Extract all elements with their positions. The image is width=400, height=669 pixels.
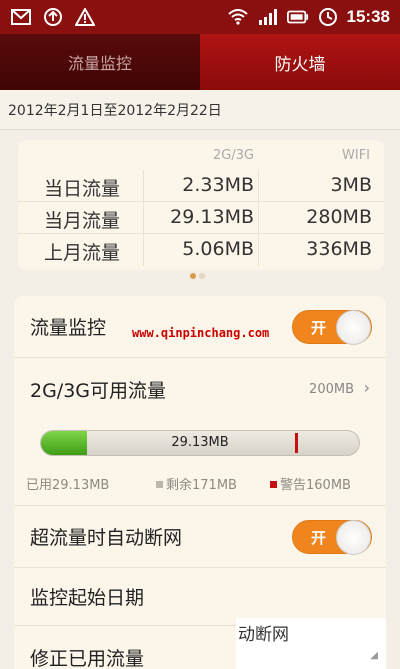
- legend-swatch-grey: [156, 481, 163, 488]
- watermark-text: www.qinpinchang.com: [132, 326, 270, 340]
- setting-auto-disconnect: 超流量时自动断网 开: [14, 506, 386, 568]
- monitor-toggle[interactable]: 开: [292, 310, 372, 345]
- setting-available-traffic[interactable]: 2G/3G可用流量 200MB ›: [14, 358, 386, 420]
- setting-title: 修正已用流量: [30, 648, 145, 669]
- usage-section: 29.13MB 已用29.13MB 剩余171MB 警告160MB: [14, 420, 386, 506]
- setting-title: 超流量时自动断网: [30, 527, 183, 549]
- chevron-right-icon: ›: [363, 378, 370, 397]
- status-bar: 15:38: [0, 0, 400, 34]
- stats-row-label: 上月流量: [44, 242, 121, 264]
- toggle-knob: [336, 310, 371, 345]
- stats-mobile-value: 2.33MB: [182, 174, 254, 196]
- available-traffic-value: 200MB: [309, 382, 354, 397]
- battery-icon: [286, 6, 309, 28]
- legend-remaining: 剩余171MB: [156, 474, 237, 493]
- toggle-knob: [336, 520, 371, 555]
- setting-title: 监控起始日期: [30, 587, 145, 609]
- stats-wifi-value: 280MB: [306, 206, 372, 228]
- stats-mobile-value: 29.13MB: [170, 206, 254, 228]
- page-dot-active: [190, 273, 196, 279]
- legend-used: 已用29.13MB: [26, 478, 110, 493]
- stats-mobile-value: 5.06MB: [182, 238, 254, 260]
- overlay-text: 动断网: [236, 618, 386, 669]
- setting-title: 2G/3G可用流量: [30, 380, 167, 402]
- tab-bar: 流量监控 防火墙: [0, 34, 400, 90]
- legend-swatch-red: [270, 481, 277, 488]
- signal-icon: [257, 6, 279, 28]
- stats-wifi-value: 3MB: [330, 174, 372, 196]
- setting-title: 流量监控: [30, 317, 107, 339]
- toggle-label: 开: [311, 319, 327, 337]
- stats-row-month: 当月流量 29.13MB 280MB: [18, 202, 384, 234]
- sync-icon: [42, 6, 64, 28]
- settings-list: 流量监控 www.qinpinchang.com 开 2G/3G可用流量 200…: [14, 296, 386, 669]
- setting-traffic-monitor: 流量监控 www.qinpinchang.com 开: [14, 296, 386, 358]
- stats-row-last-month: 上月流量 5.06MB 336MB: [18, 234, 384, 266]
- warning-icon: [74, 6, 96, 28]
- legend-warning: 警告160MB: [270, 474, 351, 493]
- stats-row-label: 当日流量: [44, 178, 121, 200]
- column-wifi: WIFI: [342, 148, 370, 163]
- stats-row-label: 当月流量: [44, 210, 121, 232]
- wifi-icon: [227, 6, 249, 28]
- auto-disconnect-toggle[interactable]: 开: [292, 520, 372, 555]
- clock-icon: [317, 6, 339, 28]
- traffic-stats-card: 2G/3G WIFI 当日流量 2.33MB 3MB 当月流量 29.13MB …: [18, 140, 384, 270]
- tab-firewall[interactable]: 防火墙: [200, 34, 400, 90]
- mail-icon: [10, 6, 32, 28]
- column-mobile: 2G/3G: [213, 148, 255, 163]
- stats-wifi-value: 336MB: [306, 238, 372, 260]
- date-range: 2012年2月1日至2012年2月22日: [0, 90, 400, 130]
- corner-arrow-icon: ◢: [370, 650, 378, 661]
- tab-traffic-monitor[interactable]: 流量监控: [0, 34, 200, 90]
- legend-remaining-text: 剩余171MB: [166, 478, 237, 493]
- page-dot: [199, 273, 205, 279]
- legend-warning-text: 警告160MB: [280, 478, 351, 493]
- status-time: 15:38: [346, 7, 390, 26]
- usage-bar-label: 29.13MB: [171, 435, 229, 450]
- page-indicator: [190, 273, 205, 279]
- toggle-label: 开: [311, 529, 327, 547]
- stats-row-today: 当日流量 2.33MB 3MB: [18, 170, 384, 202]
- usage-bar: 29.13MB: [40, 430, 360, 456]
